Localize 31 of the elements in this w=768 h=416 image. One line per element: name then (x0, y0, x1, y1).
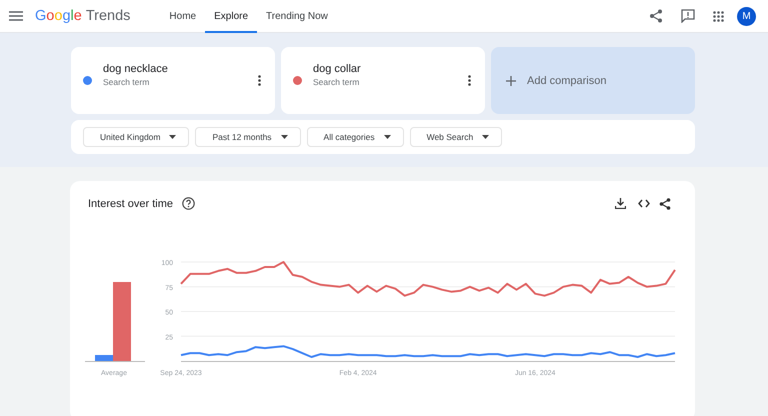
caret-icon (482, 135, 490, 139)
logo[interactable]: Google Trends (35, 8, 130, 24)
term-name: dog necklace (103, 62, 169, 74)
add-comparison-button[interactable]: Add comparison (491, 47, 695, 114)
more-icon[interactable] (468, 75, 471, 86)
embed-icon[interactable] (638, 199, 650, 208)
filter-dropdown[interactable]: All categories (306, 127, 404, 147)
filter-dropdown[interactable]: Web Search (410, 127, 502, 147)
nav-tab[interactable]: Trending Now (257, 2, 337, 32)
download-icon[interactable] (615, 198, 626, 209)
feedback-icon[interactable] (681, 9, 695, 23)
plus-icon (506, 76, 516, 86)
term-name: dog collar (313, 62, 362, 74)
share-icon[interactable] (649, 9, 663, 23)
filter-dropdown[interactable]: United Kingdom (83, 127, 190, 147)
apps-icon[interactable] (713, 10, 724, 22)
term-subtitle: Search term (313, 76, 360, 86)
term-subtitle: Search term (103, 76, 150, 86)
nav-tab[interactable]: Home (160, 2, 206, 32)
avatar[interactable]: M (737, 6, 756, 26)
more-icon[interactable] (258, 75, 261, 86)
search-term-card[interactable]: dog necklace Search term (71, 47, 275, 114)
help-icon[interactable] (182, 197, 195, 210)
caret-icon (384, 135, 391, 139)
caret-icon (169, 135, 176, 139)
caret-icon (280, 135, 288, 139)
search-term-card[interactable]: dog collar Search term (281, 47, 485, 114)
filter-dropdown[interactable]: Past 12 months (195, 127, 301, 147)
menu-icon[interactable] (9, 11, 23, 21)
share-icon[interactable] (659, 198, 671, 210)
card-title: Interest over time (88, 198, 173, 210)
